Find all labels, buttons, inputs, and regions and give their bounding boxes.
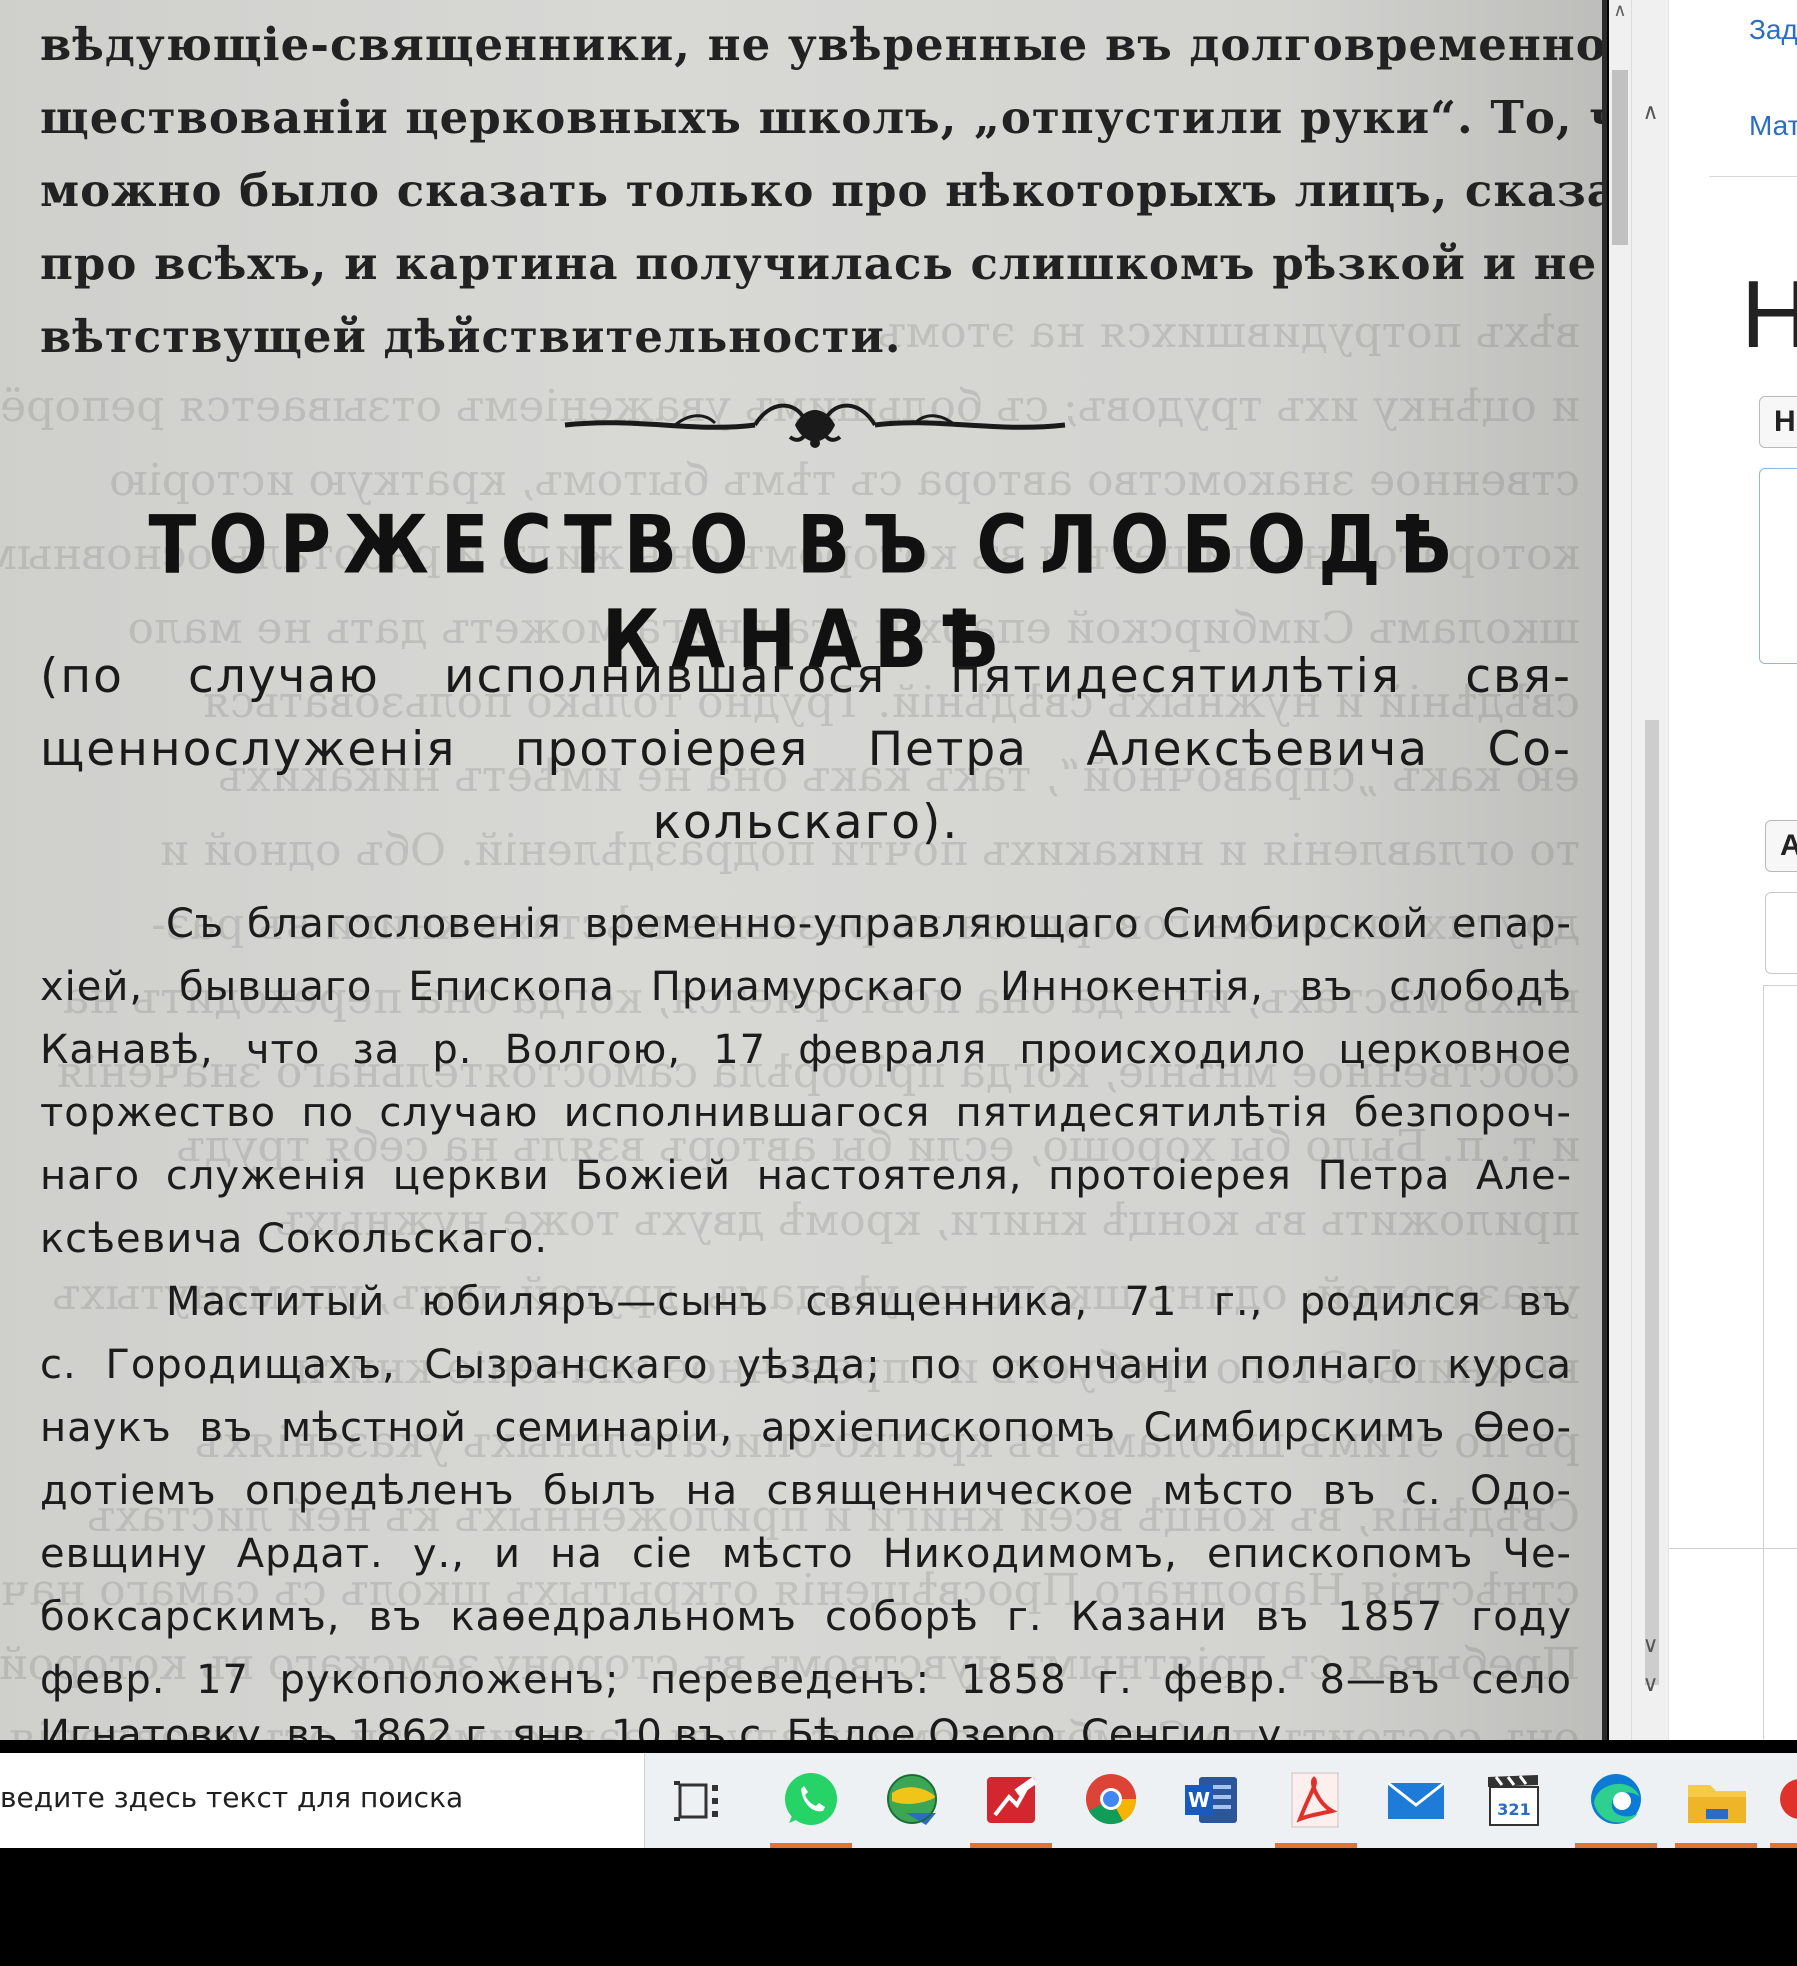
subtitle-line: щеннослуженія протоіерея Петра Алексѣеви… xyxy=(40,722,1572,777)
paragraph-line: февр. 17 рукоположенъ; переведенъ: 1858 … xyxy=(40,1657,1572,1703)
side-text-box[interactable] xyxy=(1759,468,1797,664)
paragraph-line: ксѣевича Сокольскаго. xyxy=(40,1216,549,1262)
acrobat-icon[interactable] xyxy=(1270,1753,1370,1848)
scroll-up-arrow-icon[interactable]: ∧ xyxy=(1609,0,1631,21)
window-scrollbar[interactable]: ∧ ∨ ∨ xyxy=(1631,0,1669,1740)
side-button-2[interactable]: А xyxy=(1765,820,1797,872)
chrome-icon[interactable] xyxy=(1065,1753,1165,1848)
paragraph-line: наукъ въ мѣстной семинаріи, архіепископо… xyxy=(40,1405,1572,1451)
subtitle-line: (по случаю исполнившагося пятидесятилѣті… xyxy=(40,649,1572,704)
edge-icon[interactable] xyxy=(1570,1753,1670,1848)
text-line: вѣтствущей дѣйствительности. xyxy=(40,310,902,363)
divider xyxy=(1709,176,1797,177)
scroll-down-arrow-icon[interactable]: ∨ xyxy=(1632,1672,1669,1697)
paragraph-line: Маститый юбиляръ—сынъ священника, 71 г.,… xyxy=(166,1279,1572,1325)
article-subtitle: (по случаю исполнившагося пятидесятилѣті… xyxy=(40,640,1572,859)
paragraph-line: боксарскимъ, въ каѳедральномъ соборѣ г. … xyxy=(40,1594,1572,1640)
paragraph-line: Съ благословенія временно-управляющаго С… xyxy=(166,901,1572,947)
file-explorer-icon[interactable] xyxy=(1670,1753,1770,1848)
paragraph-line: евщину Ардат. у., и на сіе мѣсто Никодим… xyxy=(40,1531,1572,1577)
text-line: можно было сказать только про нѣкоторыхъ… xyxy=(40,164,1607,217)
scanned-page: вѣхъ потрудившихся на этомъ и оцѣнку ихъ … xyxy=(0,0,1607,1740)
ornament-divider-icon xyxy=(564,403,1066,448)
scrollbar-thumb[interactable] xyxy=(1645,720,1659,1685)
scrollbar-thumb[interactable] xyxy=(1612,70,1628,245)
page-edge xyxy=(1602,0,1607,1740)
scroll-up-arrow-icon[interactable]: ∧ xyxy=(1632,100,1669,125)
text-line: про всѣхъ, и картина получилась слишкомъ… xyxy=(40,237,1607,290)
side-link-2[interactable]: Мат xyxy=(1749,110,1797,142)
side-panel: Зад Мат Н Н А xyxy=(1668,0,1797,1740)
scroll-down-arrow-icon[interactable]: ∨ xyxy=(1632,1633,1669,1658)
search-input[interactable]: ведите здесь текст для поиска xyxy=(0,1781,463,1814)
article-body: Съ благословенія временно-управляющаго С… xyxy=(40,893,1572,1712)
network-globe-icon[interactable] xyxy=(866,1753,966,1848)
paragraph-line: торжество по случаю исполнившагося пятид… xyxy=(40,1090,1572,1136)
paragraph-line: с. Городищахъ, Сызранскаго уѣзда; по око… xyxy=(40,1342,1572,1388)
taskbar-search[interactable]: ведите здесь текст для поиска xyxy=(0,1753,645,1848)
text-line: вѣдующіе-священники, не увѣренные въ дол… xyxy=(40,18,1607,71)
body-text-top: вѣдующіе-священники, не увѣренные въ дол… xyxy=(40,8,1607,373)
side-heading: Н xyxy=(1741,260,1797,370)
screen-bottom xyxy=(0,1848,1797,1966)
video-editor-icon[interactable]: 321 xyxy=(1468,1753,1568,1848)
paragraph-line: дотіемъ опредѣленъ былъ на священническо… xyxy=(40,1468,1572,1514)
whatsapp-icon[interactable] xyxy=(765,1753,865,1848)
side-input[interactable] xyxy=(1765,892,1797,974)
paragraph-line: Канавѣ, что за р. Волгою, 17 февраля про… xyxy=(40,1027,1572,1073)
paragraph-line: хіей, бывшаго Епископа Приамурскаго Инно… xyxy=(40,964,1572,1010)
mail-icon[interactable] xyxy=(1370,1753,1470,1848)
text-line: ществованіи церковныхъ школъ, „отпустили… xyxy=(40,91,1607,144)
svg-text:321: 321 xyxy=(1497,1800,1530,1819)
pdf-editor-icon[interactable] xyxy=(965,1753,1065,1848)
document-viewer[interactable]: вѣхъ потрудившихся на этомъ и оцѣнку ихъ … xyxy=(0,0,1607,1740)
subtitle-line: кольскаго). xyxy=(652,795,960,850)
paragraph-line: наго служенія церкви Божіей настоятеля, … xyxy=(40,1153,1572,1199)
task-view-icon[interactable] xyxy=(660,1753,760,1848)
word-icon[interactable]: W xyxy=(1165,1753,1265,1848)
page-scrollbar[interactable]: ∧ xyxy=(1609,0,1631,1740)
app-icon-partial[interactable] xyxy=(1770,1753,1797,1848)
side-button-1[interactable]: Н xyxy=(1759,396,1797,448)
side-frame xyxy=(1763,985,1797,1740)
side-link-1[interactable]: Зад xyxy=(1749,14,1797,46)
cut-off-line: Игнатовку, въ 1862 г. янв. 10 въ с. Бѣло… xyxy=(40,1712,1294,1740)
taskbar: ведите здесь текст для поиска W 321 xyxy=(0,1753,1797,1848)
divider xyxy=(1669,1548,1797,1549)
svg-text:W: W xyxy=(1188,1788,1210,1812)
